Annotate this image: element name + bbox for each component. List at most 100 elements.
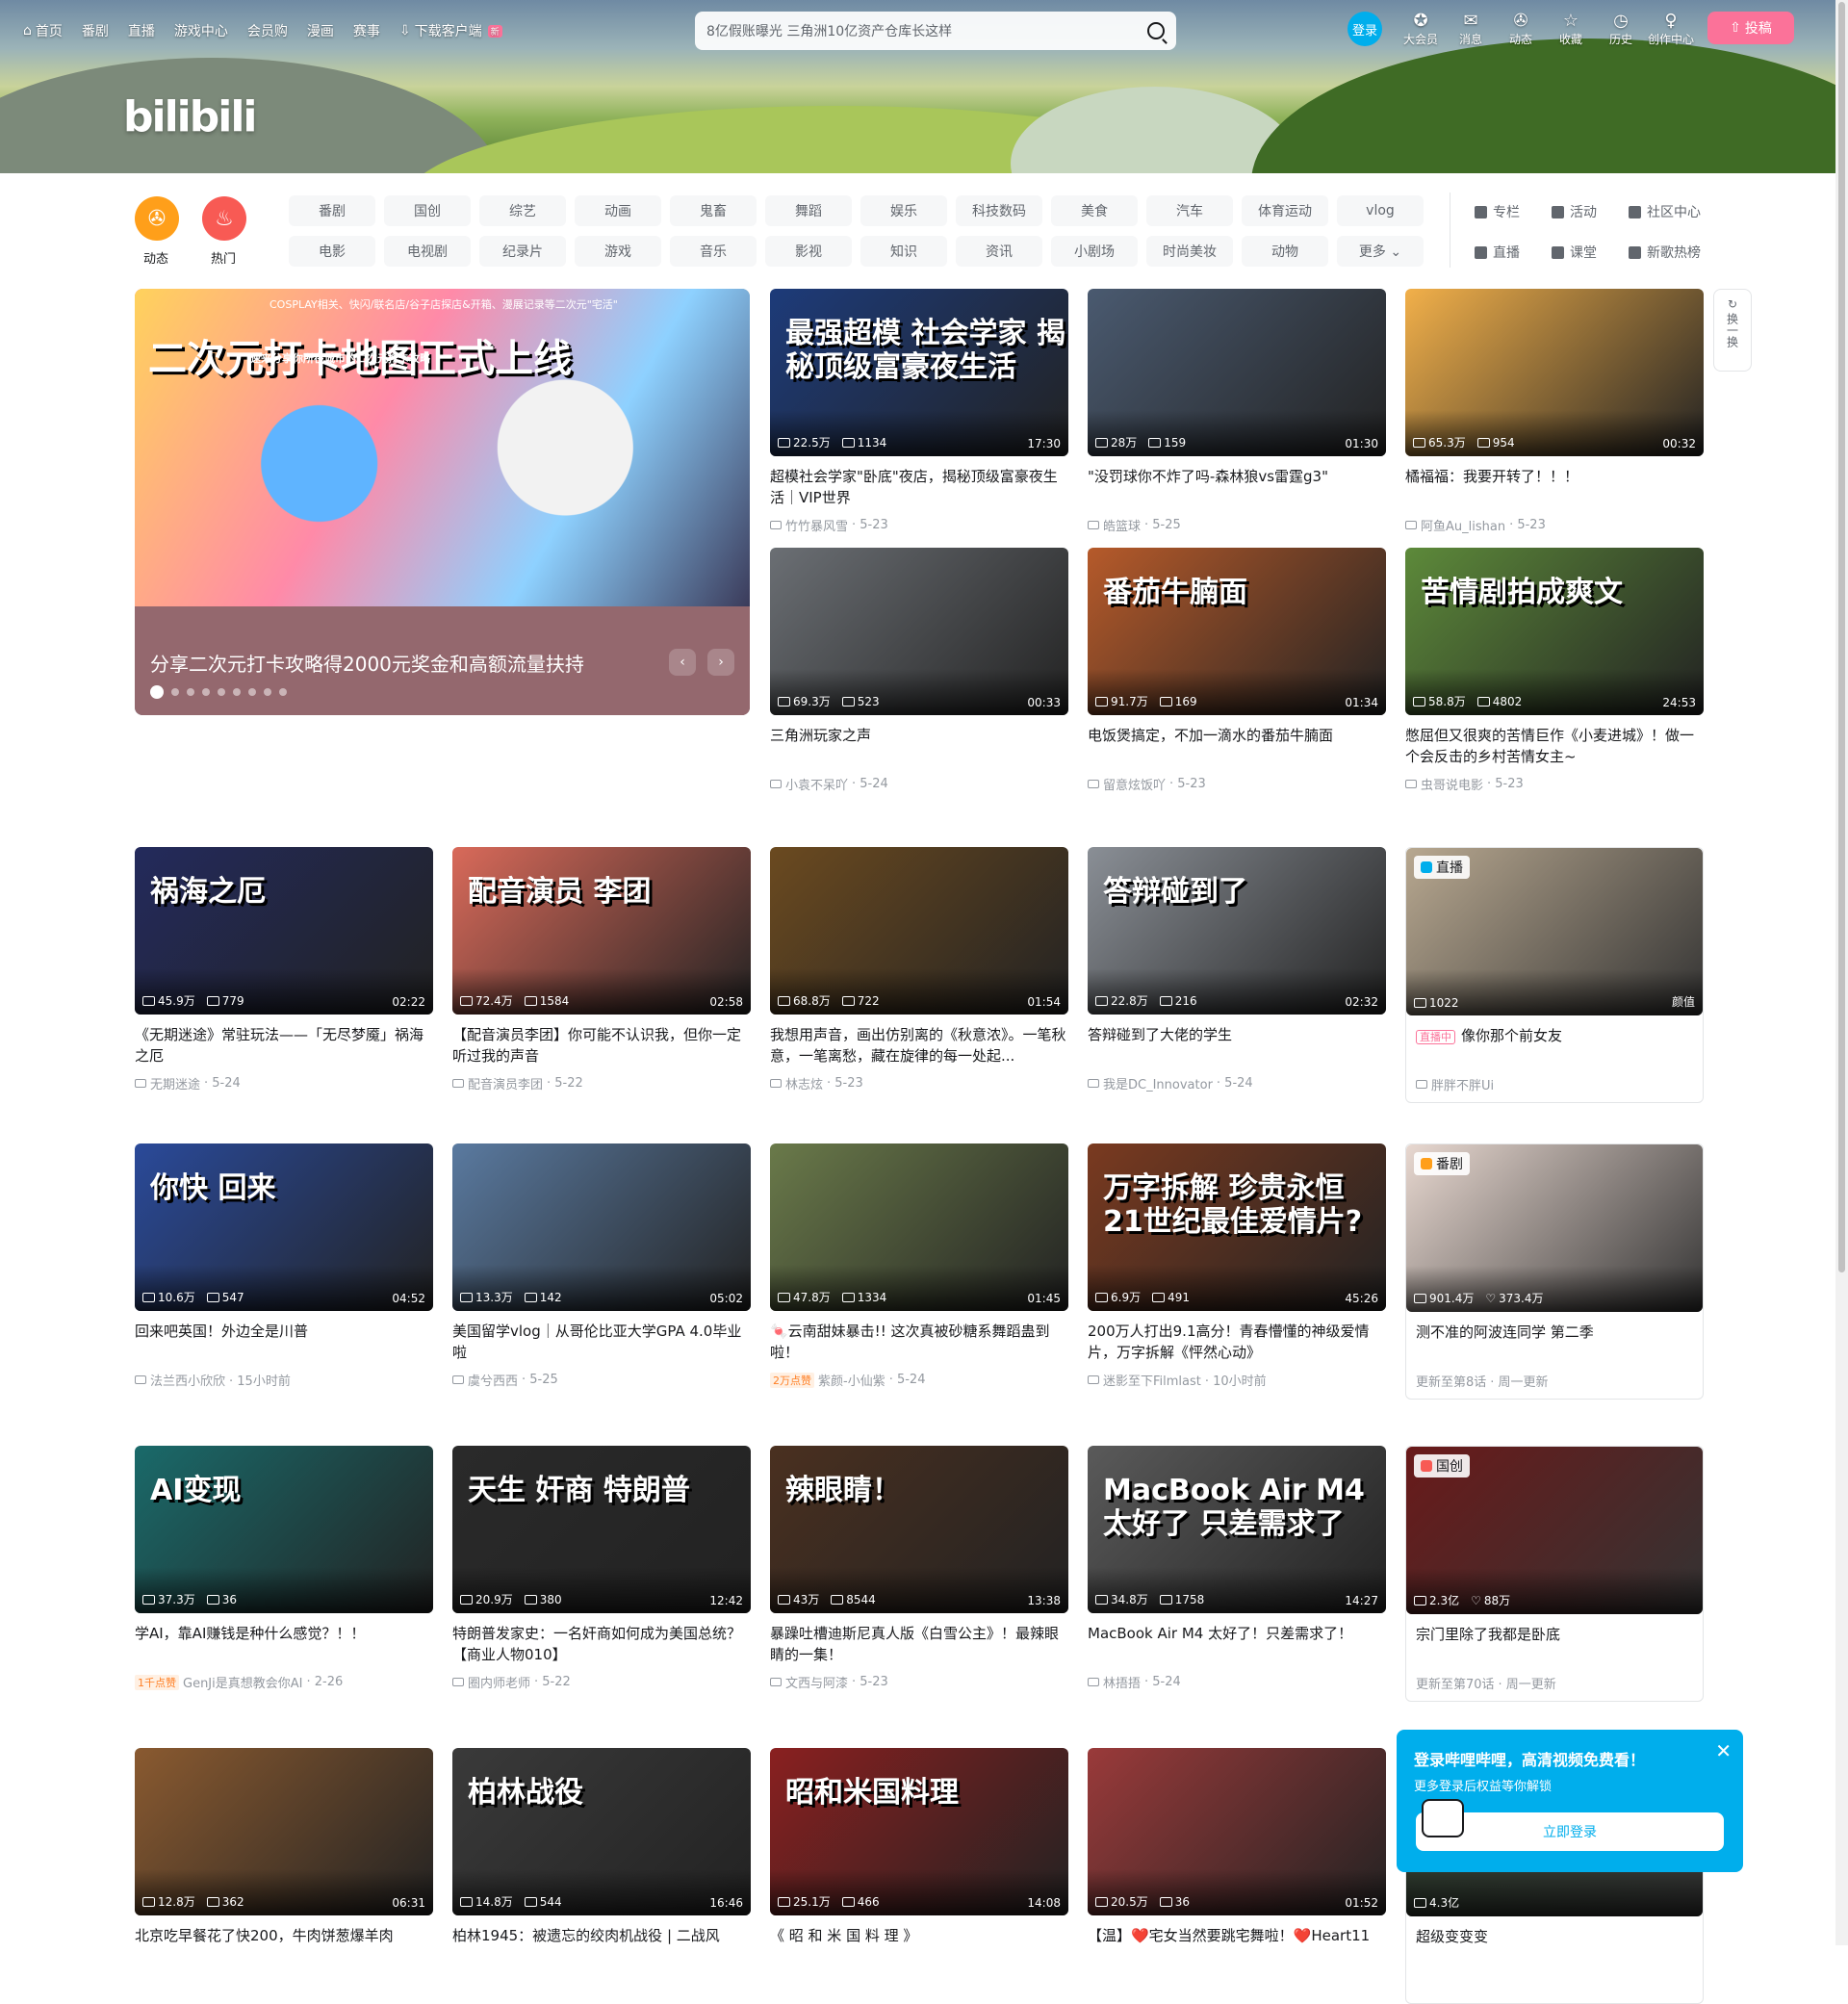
video-card[interactable]: 13.3万 142 05:02 美国留学vlog｜从哥伦比亚大学GPA 4.0毕业啦虞… (452, 1143, 751, 1389)
video-title[interactable]: 暴躁吐槽迪斯尼真人版《白雪公主》！最辣眼睛的一集！ (770, 1623, 1068, 1665)
special-card[interactable]: 番剧 901.4万 ♡ 373.4万 测不准的阿波连同学 第二季 更新至第8话 · 周一更新 (1405, 1143, 1704, 1400)
bilibili-logo[interactable]: bilibili (123, 92, 257, 141)
nav-vip[interactable]: ✪ 大会员 (1396, 12, 1446, 47)
video-card[interactable]: 65.3万 954 00:32 橘福福：我要开转了！！！ 阿鱼Au_lishan · 5-… (1405, 289, 1704, 534)
link-activity[interactable]: 活动 (1552, 202, 1597, 221)
carousel-next-button[interactable]: › (707, 649, 734, 676)
video-thumbnail[interactable]: 20.5万 36 01:52 (1088, 1748, 1386, 1915)
video-card[interactable]: 番茄牛腩面 91.7万 169 01:34 电饭煲搞定，不加一滴水的番茄牛腩面留意炫饭吖… (1088, 548, 1386, 793)
video-card[interactable]: 47.8万 1334 01:45 🍬云南甜妹暴击!! 这次真被砂糖系舞蹈蛊到啦！ 2万点… (770, 1143, 1068, 1389)
nav-live[interactable]: 直播 (128, 21, 155, 40)
video-meta[interactable]: 虞兮西西 · 5-25 (452, 1371, 751, 1389)
video-title[interactable]: 【配音演员李团】你可能不认识我，但你一定听过我的声音 (452, 1024, 751, 1066)
video-title[interactable]: 特朗普发家史：一名奸商如何成为美国总统？【商业人物010】 (452, 1623, 751, 1665)
nav-favorite[interactable]: ☆ 收藏 (1546, 12, 1596, 47)
uploader-name[interactable]: 紫颜-小仙紫 (818, 1371, 886, 1389)
video-title[interactable]: MacBook Air M4 太好了！只差需求了！ (1088, 1623, 1386, 1665)
special-thumbnail[interactable]: 番剧 901.4万 ♡ 373.4万 (1406, 1144, 1703, 1312)
upload-button[interactable]: ⇧ 投稿 (1707, 12, 1794, 44)
video-title[interactable]: 憋屈但又很爽的苦情巨作《小麦进城》！做一个会反击的乡村苦情女主~ (1405, 725, 1704, 767)
video-thumbnail[interactable]: AI变现 37.3万 36 (135, 1446, 433, 1613)
video-title[interactable]: 回来吧英国！外边全是川普 (135, 1321, 433, 1363)
carousel-dot[interactable] (171, 688, 179, 696)
channel-chip[interactable]: 国创 (384, 195, 471, 226)
uploader-name[interactable]: 迷影至下Filmlast (1103, 1371, 1201, 1389)
uploader-name[interactable]: 虫哥说电影 (1421, 775, 1483, 793)
video-meta[interactable]: 皓篮球 · 5-25 (1088, 516, 1386, 534)
video-thumbnail[interactable]: 47.8万 1334 01:45 (770, 1143, 1068, 1311)
channel-chip[interactable]: 科技数码 (956, 195, 1042, 226)
video-meta[interactable]: 小袁不呆吖 · 5-24 (770, 775, 1068, 793)
channel-chip[interactable]: 知识 (860, 236, 947, 267)
channel-chip[interactable]: 影视 (765, 236, 852, 267)
video-card[interactable]: 祸海之厄 45.9万 779 02:22 《无期迷途》常驻玩法——「无尽梦魇」祸海之厄无… (135, 847, 433, 1092)
uploader-name[interactable]: 留意炫饭吖 (1103, 775, 1166, 793)
uploader-name[interactable]: 配音演员李团 (468, 1074, 543, 1092)
video-thumbnail[interactable]: 祸海之厄 45.9万 779 02:22 (135, 847, 433, 1015)
video-thumbnail[interactable]: 答辩碰到了 22.8万 216 02:32 (1088, 847, 1386, 1015)
special-meta[interactable]: 更新至第8话 · 周一更新 (1406, 1372, 1703, 1390)
link-classroom[interactable]: 课堂 (1552, 243, 1597, 262)
special-meta[interactable]: 更新至第70话 · 周一更新 (1406, 1674, 1703, 1692)
video-title[interactable]: 🍬云南甜妹暴击!! 这次真被砂糖系舞蹈蛊到啦！ (770, 1321, 1068, 1363)
carousel-dot[interactable] (187, 688, 194, 696)
uploader-name[interactable]: 文西与阿漆 (785, 1673, 848, 1691)
channel-chip[interactable]: 汽车 (1146, 195, 1233, 226)
nav-download-client[interactable]: ⇩ 下载客户端新 (399, 21, 502, 40)
dynamic-label[interactable]: 动态 (143, 248, 168, 267)
uploader-name[interactable]: 林志炫 (785, 1074, 823, 1092)
channel-chip[interactable]: 纪录片 (479, 236, 566, 267)
video-card[interactable]: 最强超模 社会学家 揭秘顶级富豪夜生活 22.5万 1134 17:30 超模社会学家"… (770, 289, 1068, 534)
uploader-name[interactable]: 林捂捂 (1103, 1673, 1141, 1691)
video-card[interactable]: 苦情剧拍成爽文 58.8万 4802 24:53 憋屈但又很爽的苦情巨作《小麦进城》！做… (1405, 548, 1704, 793)
search-box[interactable]: 8亿假账曝光 三角洲10亿资产仓库长这样 (695, 12, 1176, 50)
video-card[interactable]: 万字拆解 珍贵永恒 21世纪最佳爱情片? 6.9万 491 45:26 200万人打出9… (1088, 1143, 1386, 1389)
nav-match[interactable]: 赛事 (353, 21, 380, 40)
scrollbar[interactable] (1835, 0, 1848, 1945)
video-card[interactable]: 69.3万 523 00:33 三角洲玩家之声小袁不呆吖 · 5-24 (770, 548, 1068, 793)
video-thumbnail[interactable]: 69.3万 523 00:33 (770, 548, 1068, 715)
video-meta[interactable]: 林捂捂 · 5-24 (1088, 1673, 1386, 1691)
video-meta[interactable]: 迷影至下Filmlast · 10小时前 (1088, 1371, 1386, 1389)
link-live[interactable]: 直播 (1475, 243, 1520, 262)
refresh-button[interactable]: ↻ 换一换 (1713, 289, 1752, 372)
video-title[interactable]: 三角洲玩家之声 (770, 725, 1068, 767)
video-title[interactable]: 200万人打出9.1高分！青春懵懂的神级爱情片，万字拆解《怦然心动》 (1088, 1321, 1386, 1363)
video-title[interactable]: 《 昭 和 米 国 料 理 》 (770, 1925, 1068, 1967)
video-card[interactable]: 柏林战役 14.8万 544 16:46 柏林1945：被遗忘的绞肉机战役 | 二战风 (452, 1748, 751, 1967)
nav-creator-center[interactable]: ♀ 创作中心 (1646, 12, 1696, 47)
video-title[interactable]: 电饭煲搞定，不加一滴水的番茄牛腩面 (1088, 725, 1386, 767)
video-thumbnail[interactable]: 13.3万 142 05:02 (452, 1143, 751, 1311)
login-avatar-button[interactable]: 登录 (1348, 12, 1382, 46)
uploader-name[interactable]: GenJi是真想教会你AI (183, 1673, 302, 1691)
video-thumbnail[interactable]: 番茄牛腩面 91.7万 169 01:34 (1088, 548, 1386, 715)
video-card[interactable]: 辣眼睛！ 43万 8544 13:38 暴躁吐槽迪斯尼真人版《白雪公主》！最辣眼睛的一集… (770, 1446, 1068, 1691)
channel-chip[interactable]: 电视剧 (384, 236, 471, 267)
carousel-dot[interactable] (279, 688, 287, 696)
channel-chip[interactable]: 动画 (575, 195, 661, 226)
video-card[interactable]: MacBook Air M4 太好了 只差需求了 34.8万 1758 14:27 Ma… (1088, 1446, 1386, 1691)
hot-circle-icon[interactable]: ♨ (202, 196, 246, 241)
video-meta[interactable]: 配音演员李团 · 5-22 (452, 1074, 751, 1092)
video-meta[interactable]: 法兰西小欣欣 · 15小时前 (135, 1371, 433, 1389)
uploader-name[interactable]: 我是DC_Innovator (1103, 1074, 1213, 1092)
channel-chip[interactable]: vlog (1337, 195, 1424, 226)
special-card[interactable]: 直播 1022 颜值 直播中 像你那个前女友 胖胖不胖Ui (1405, 847, 1704, 1103)
uploader-name[interactable]: 阿鱼Au_lishan (1421, 516, 1505, 534)
nav-mall[interactable]: 会员购 (247, 21, 288, 40)
video-card[interactable]: 天生 奸商 特朗普 20.9万 380 12:42 特朗普发家史：一名奸商如何成为美国总… (452, 1446, 751, 1691)
carousel-dot[interactable] (150, 685, 164, 699)
video-title[interactable]: 北京吃早餐花了快200，牛肉饼葱爆羊肉 (135, 1925, 433, 1967)
video-card[interactable]: 昭和米国料理 25.1万 466 14:08 《 昭 和 米 国 料 理 》 (770, 1748, 1068, 1967)
video-meta[interactable]: 虫哥说电影 · 5-23 (1405, 775, 1704, 793)
video-thumbnail[interactable]: MacBook Air M4 太好了 只差需求了 34.8万 1758 14:27 (1088, 1446, 1386, 1613)
special-title[interactable]: 超级变变变 (1406, 1926, 1703, 1968)
carousel-dot[interactable] (248, 688, 256, 696)
special-thumbnail[interactable]: 直播 1022 颜值 (1406, 848, 1703, 1015)
dynamic-circle-icon[interactable]: ✇ (135, 196, 179, 241)
special-title[interactable]: 宗门里除了我都是卧底 (1406, 1624, 1703, 1666)
carousel-dot[interactable] (218, 688, 225, 696)
video-title[interactable]: 橘福福：我要开转了！！！ (1405, 466, 1704, 508)
search-icon[interactable] (1147, 22, 1165, 39)
carousel-caption[interactable]: 分享二次元打卡攻略得2000元奖金和高额流量扶持 (150, 649, 584, 677)
